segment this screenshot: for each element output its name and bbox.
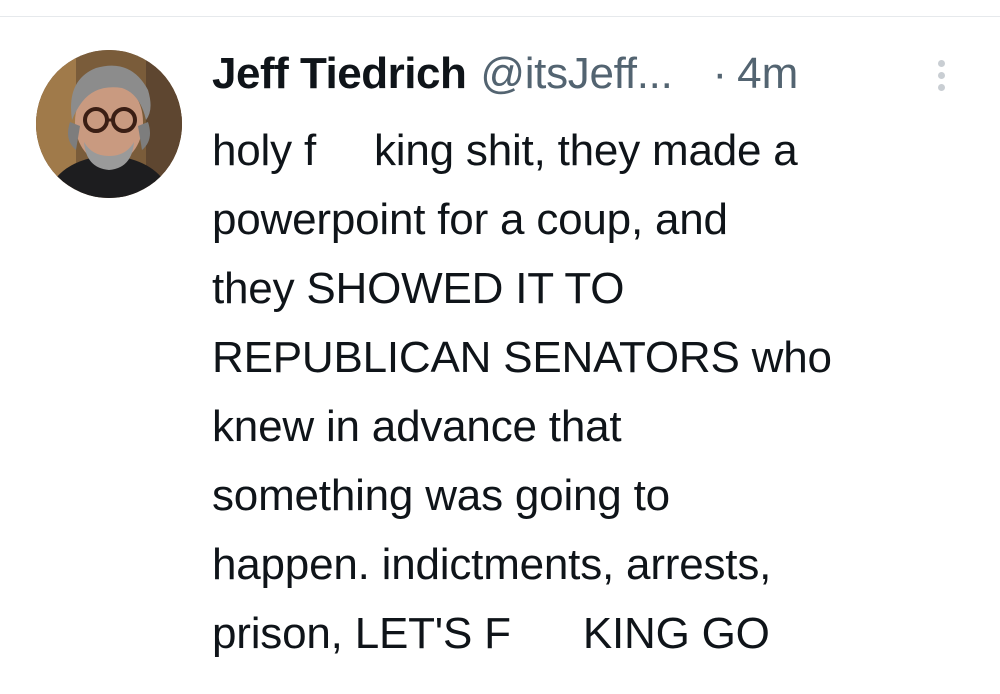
author-name[interactable]: Jeff Tiedrich xyxy=(212,44,467,104)
tweet-line: REPUBLICAN SENATORS who xyxy=(212,333,832,382)
tweet-line: something was going to xyxy=(212,471,670,520)
tweet-timestamp[interactable]: 4m xyxy=(737,44,798,104)
tweet-text: holy f king shit, they made a powerpoint … xyxy=(212,116,982,668)
header-separator: · xyxy=(712,49,728,98)
tweet-line: knew in advance that xyxy=(212,402,622,451)
tweet-line: prison, LET'S F KING GO xyxy=(212,599,982,668)
tweet-line-part: prison, LET'S F xyxy=(212,609,511,658)
top-divider xyxy=(0,16,1000,17)
tweet-line-part: KING GO xyxy=(582,609,770,658)
tweet-line-part: holy f xyxy=(212,126,316,175)
tweet-line: holy f king shit, they made a xyxy=(212,116,982,185)
tweet-line: they SHOWED IT TO xyxy=(212,264,625,313)
tweet-line: powerpoint for a coup, and xyxy=(212,195,728,244)
more-vertical-icon[interactable] xyxy=(926,54,956,96)
tweet-header: Jeff Tiedrich @itsJeff... · 4m xyxy=(212,44,972,104)
tweet-line-part: king shit, they made a xyxy=(373,126,798,175)
author-handle[interactable]: @itsJeff... xyxy=(480,44,672,104)
avatar-photo xyxy=(36,50,182,198)
tweet-line: happen. indictments, arrests, xyxy=(212,540,772,589)
author-avatar[interactable] xyxy=(36,50,182,198)
